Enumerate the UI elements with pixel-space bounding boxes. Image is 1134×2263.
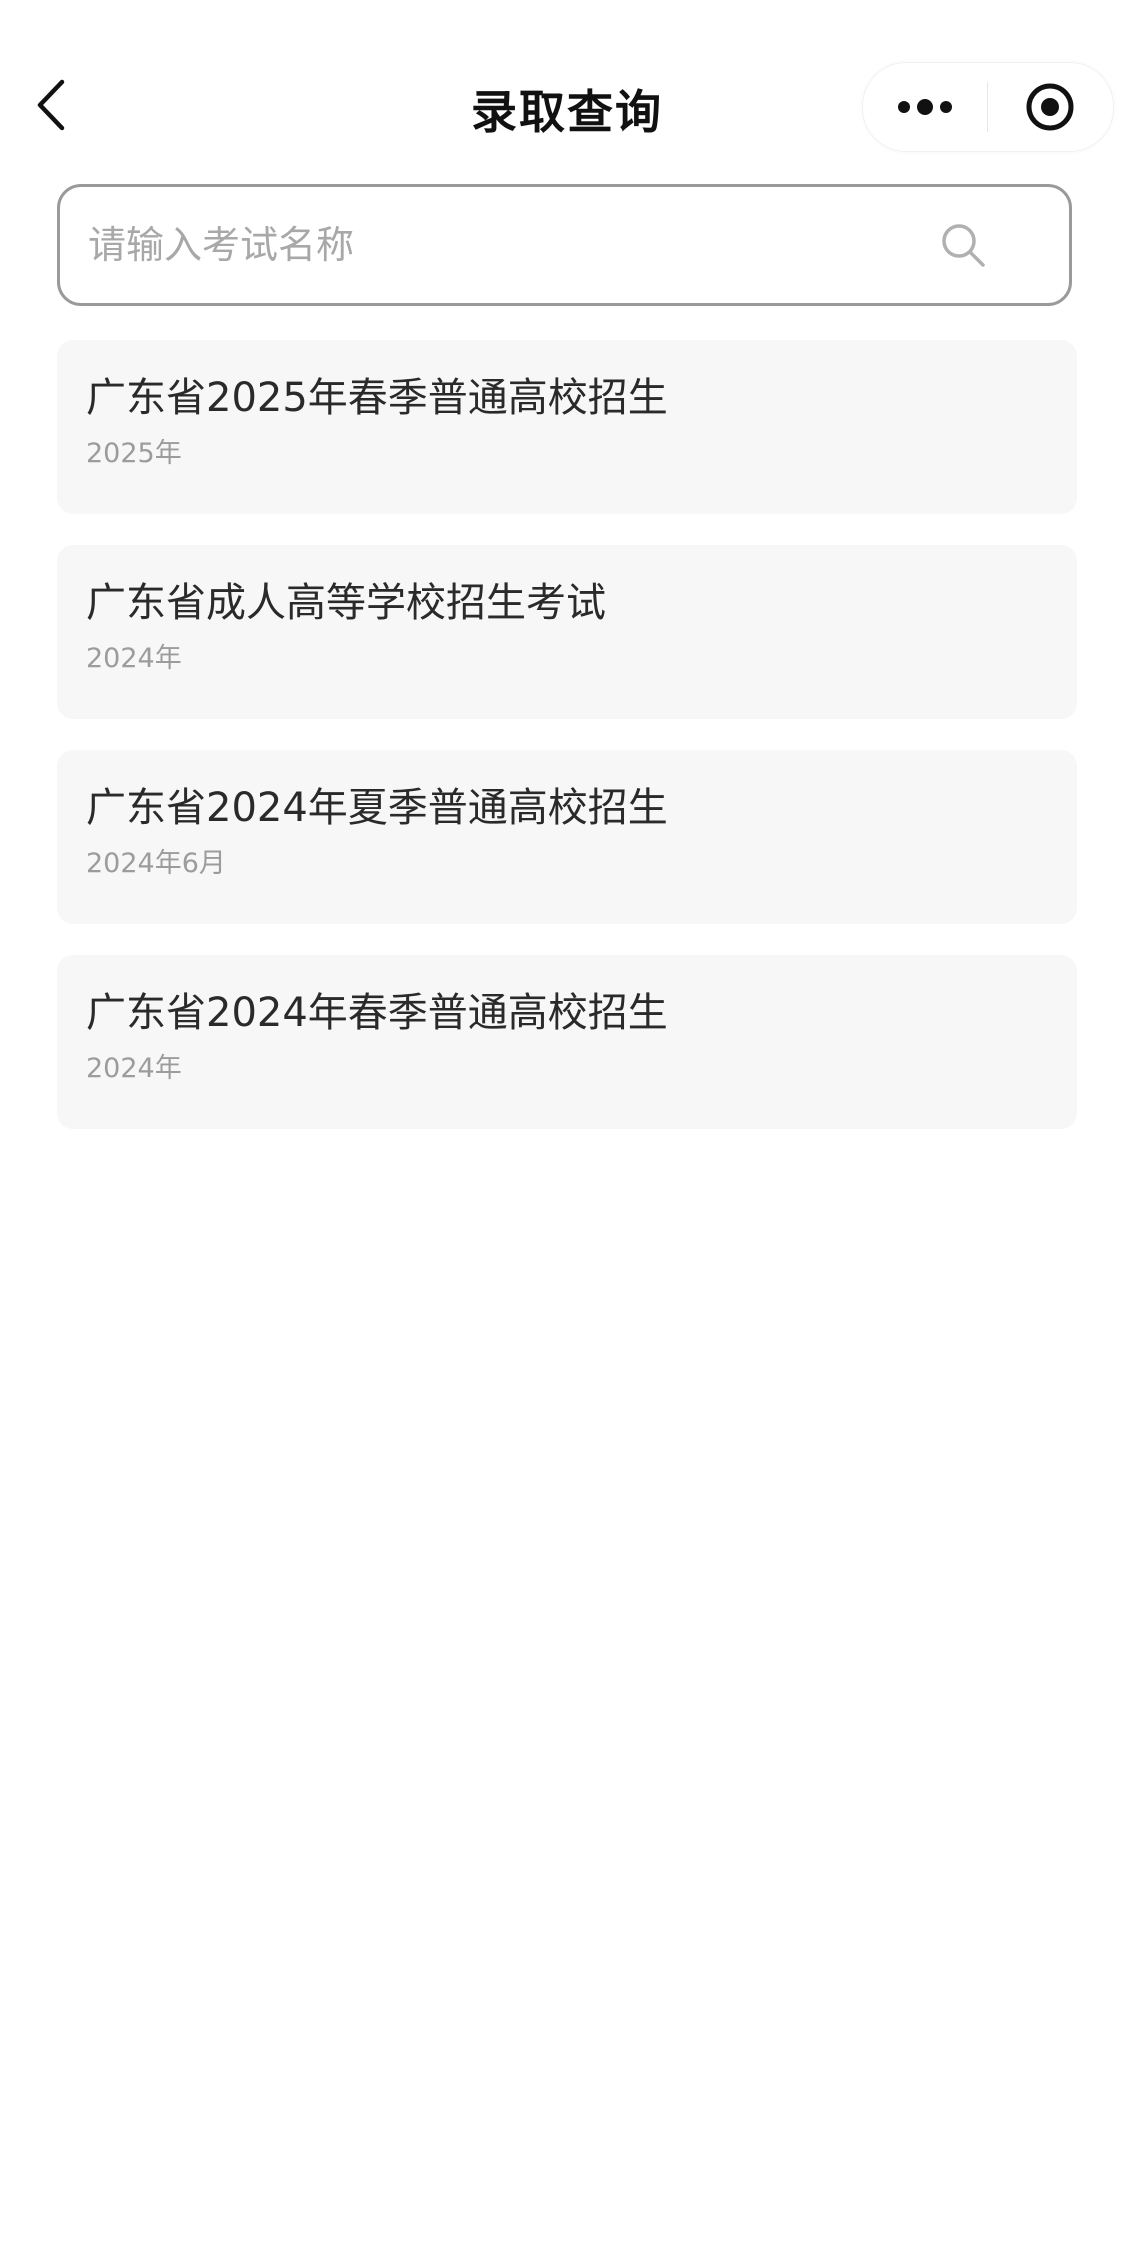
exam-date: 2024年 xyxy=(86,643,182,674)
exam-date: 2025年 xyxy=(86,438,182,469)
back-button[interactable] xyxy=(36,72,96,138)
exam-name: 广东省2024年夏季普通高校招生 xyxy=(86,785,668,831)
more-button[interactable] xyxy=(863,63,987,151)
exam-name: 广东省2024年春季普通高校招生 xyxy=(86,990,668,1036)
list-item[interactable]: 广东省2024年夏季普通高校招生 2024年6月 xyxy=(57,750,1077,924)
navigation-bar: 录取查询 xyxy=(0,52,1134,162)
exam-date: 2024年6月 xyxy=(86,848,226,879)
list-item[interactable]: 广东省2025年春季普通高校招生 2025年 xyxy=(57,340,1077,514)
chevron-left-icon xyxy=(37,79,65,131)
target-circle-icon xyxy=(1026,83,1074,131)
search-input[interactable] xyxy=(88,187,948,303)
exam-name: 广东省成人高等学校招生考试 xyxy=(86,580,606,626)
more-dots-icon xyxy=(898,99,952,115)
list-item[interactable]: 广东省成人高等学校招生考试 2024年 xyxy=(57,545,1077,719)
exam-date: 2024年 xyxy=(86,1053,182,1084)
search-box xyxy=(57,184,1072,306)
close-button[interactable] xyxy=(988,63,1112,151)
exam-list: 广东省2025年春季普通高校招生 2025年 广东省成人高等学校招生考试 202… xyxy=(57,340,1077,1160)
list-item[interactable]: 广东省2024年春季普通高校招生 2024年 xyxy=(57,955,1077,1129)
exam-name: 广东省2025年春季普通高校招生 xyxy=(86,375,668,421)
mini-program-capsule xyxy=(862,62,1114,152)
search-icon[interactable] xyxy=(939,221,987,269)
